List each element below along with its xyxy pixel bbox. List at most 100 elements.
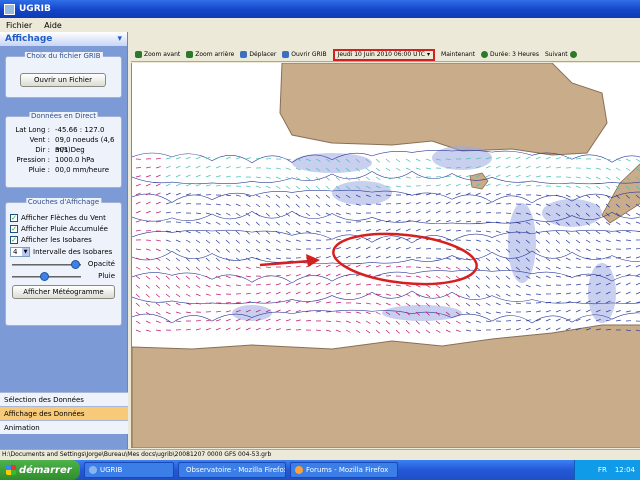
wind-arrow (555, 248, 561, 253)
wind-arrow (155, 302, 161, 307)
wind-arrow (325, 273, 331, 277)
now-button[interactable]: Maintenant (441, 51, 475, 58)
check-isobars[interactable]: ✓ Afficher les Isobares (6, 234, 121, 245)
wind-arrow (295, 203, 300, 208)
zoom-out-icon (186, 51, 194, 58)
weather-map[interactable] (131, 63, 640, 448)
wind-arrow (635, 311, 640, 313)
meteogram-button[interactable]: Afficher Météogramme (12, 285, 115, 299)
wind-arrow (285, 300, 291, 304)
wind-arrow (245, 292, 251, 295)
wind-arrow (535, 257, 541, 262)
wind-arrow (345, 212, 351, 215)
duration-button[interactable]: Durée: 3 Heures (481, 51, 539, 58)
rain-slider[interactable]: Pluie (10, 271, 117, 283)
wind-arrow (155, 239, 161, 242)
wind-arrow (485, 230, 491, 233)
wind-arrow (235, 230, 240, 235)
wind-arrow (575, 239, 581, 244)
checkbox-icon[interactable]: ✓ (10, 213, 18, 222)
wind-arrow (605, 176, 611, 180)
wind-arrow (305, 282, 311, 286)
wind-arrow (435, 329, 441, 333)
title-bar[interactable]: UGRIB (0, 0, 640, 18)
wind-arrow (385, 246, 391, 250)
panel-header[interactable]: Affichage ▾ (0, 32, 127, 46)
time-selector[interactable]: Jeudi 10 Juin 2010 06:00 UTC ▾ (332, 48, 436, 61)
wind-arrow (565, 292, 571, 295)
wind-arrow (495, 257, 501, 262)
slider-thumb[interactable] (70, 260, 80, 269)
wind-arrow (215, 230, 221, 235)
wind-arrow (165, 284, 170, 289)
wind-arrow (485, 311, 491, 315)
start-button[interactable]: démarrer (0, 460, 80, 480)
open-grib-button[interactable]: Ouvrir GRIB (282, 51, 327, 58)
chevron-down-icon[interactable]: ▾ (427, 51, 430, 59)
wind-arrow (285, 203, 290, 208)
wind-arrow (195, 266, 200, 271)
tab-animation[interactable]: Animation (0, 420, 128, 434)
chevron-down-icon[interactable]: ▼ (22, 248, 29, 256)
wind-arrow (505, 266, 510, 271)
wind-arrow (465, 211, 471, 214)
checkbox-icon[interactable]: ✓ (10, 235, 18, 244)
wind-arrow (515, 293, 521, 297)
menu-fichier[interactable]: Fichier (6, 21, 32, 30)
wind-arrow (385, 167, 391, 172)
wind-arrow (625, 230, 631, 233)
pan-button[interactable]: Déplacer (240, 51, 276, 58)
collapse-icon[interactable]: ▾ (117, 34, 122, 44)
wind-arrow (345, 203, 351, 207)
wind-arrow (255, 203, 261, 208)
direct-data-title: Données en Direct (29, 112, 98, 120)
wind-arrow (355, 264, 361, 268)
wind-arrow (505, 275, 511, 280)
wind-arrow (605, 239, 611, 243)
wind-arrow (395, 158, 401, 163)
wind-arrow (555, 327, 561, 331)
wind-arrow (305, 203, 310, 208)
wind-arrow (315, 194, 320, 199)
window-title: UGRIB (19, 4, 51, 14)
tab-data-display[interactable]: Affichage des Données (0, 406, 128, 420)
open-file-button[interactable]: Ouvrir un Fichier (20, 73, 106, 87)
wind-arrow (365, 246, 371, 250)
checkbox-icon[interactable]: ✓ (10, 224, 18, 233)
wind-arrow (625, 158, 631, 162)
wind-arrow (385, 329, 390, 334)
wind-arrow (505, 174, 511, 178)
zoom-out-button[interactable]: Zoom arrière (186, 51, 234, 58)
wind-arrow (285, 221, 291, 226)
wind-arrow (325, 247, 331, 250)
wind-arrow (235, 203, 241, 207)
wind-arrow (545, 266, 551, 270)
check-rain[interactable]: ✓ Afficher Pluie Accumulée (6, 223, 121, 234)
map-canvas[interactable] (132, 63, 640, 448)
wind-arrow (365, 220, 371, 223)
task-firefox-2[interactable]: Forums - Mozilla Firefox (290, 462, 398, 478)
layers-title: Couches d'Affichage (25, 198, 102, 206)
wind-arrow (545, 318, 551, 322)
menu-aide[interactable]: Aide (44, 21, 62, 30)
check-wind-arrows[interactable]: ✓ Afficher Flèches du Vent (6, 212, 121, 223)
next-button[interactable]: Suivant (545, 51, 577, 58)
slider-thumb[interactable] (39, 272, 49, 281)
wind-arrow (135, 302, 140, 307)
wind-arrow (155, 192, 161, 196)
opacity-slider[interactable]: Opacité (10, 259, 117, 271)
task-firefox-1[interactable]: Observatoire - Mozilla Firefox (178, 462, 286, 478)
wind-arrow (165, 174, 171, 178)
isobar-interval-select[interactable]: 4 ▼ (10, 247, 30, 257)
zoom-in-button[interactable]: Zoom avant (135, 51, 180, 58)
tab-data-selection[interactable]: Sélection des Données (0, 392, 128, 406)
wind-arrow (365, 229, 371, 232)
task-ugrib[interactable]: UGRIB (84, 462, 174, 478)
wind-arrow (325, 264, 331, 268)
wind-arrow (625, 310, 631, 313)
language-indicator[interactable]: FR (598, 466, 607, 474)
wind-arrow (465, 320, 471, 324)
wind-arrow (395, 284, 401, 287)
wind-arrow (285, 266, 292, 268)
wind-arrow (305, 239, 311, 242)
